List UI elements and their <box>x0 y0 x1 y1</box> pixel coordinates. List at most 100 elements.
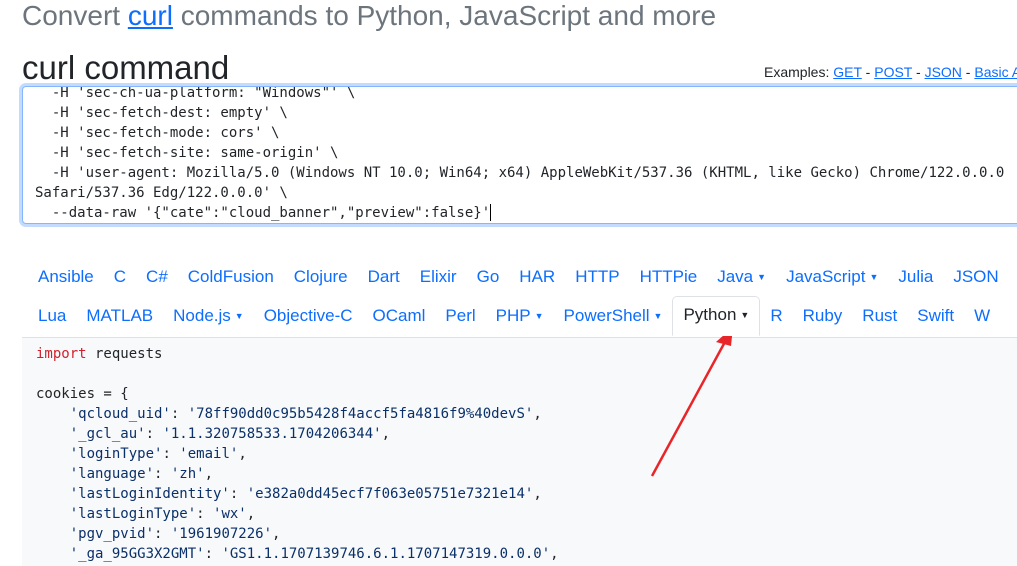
tab-label: ColdFusion <box>187 267 274 286</box>
cookie-value: 'e382a0dd45ecf7f063e05751e7321e14' <box>246 486 534 502</box>
tab-label: C <box>113 267 127 286</box>
examples-separator: - <box>961 64 975 80</box>
cookie-value: '1.1.320758533.1704206344' <box>162 426 382 442</box>
tab-label: PHP <box>495 306 531 325</box>
tab-r[interactable]: R <box>760 297 792 335</box>
example-post-link[interactable]: POST <box>874 64 912 80</box>
generated-code: import requests cookies = { 'qcloud_uid'… <box>36 344 559 564</box>
tab-powershell[interactable]: PowerShell ▼ <box>554 297 673 335</box>
tab-label: HTTPie <box>639 267 698 286</box>
tab-objective-c[interactable]: Objective-C <box>254 297 363 335</box>
tab-swift[interactable]: Swift <box>907 297 964 335</box>
code-text: requests <box>86 346 163 362</box>
cookie-entry: 'pgv_pvid': '1961907226', <box>69 526 281 542</box>
tab-c[interactable]: C# <box>136 258 178 296</box>
tab-c[interactable]: C <box>104 258 136 296</box>
tab-label: Elixir <box>419 267 457 286</box>
code-keyword: import <box>36 346 87 362</box>
example-json-link[interactable]: JSON <box>925 64 962 80</box>
curl-line: -H 'sec-ch-ua-platform: "Windows"' \ <box>35 86 356 101</box>
tab-label: PowerShell <box>563 306 650 325</box>
cookie-value: 'wx' <box>213 506 247 522</box>
cookie-key: '_gcl_au' <box>69 426 146 442</box>
curl-line: Safari/537.36 Edg/122.0.0.0' \ <box>35 185 288 201</box>
tab-label: Clojure <box>293 267 348 286</box>
cookie-entry: 'lastLoginType': 'wx', <box>69 506 256 522</box>
tab-label: Go <box>476 267 500 286</box>
dropdown-caret-icon: ▼ <box>653 311 663 321</box>
page-headline: Convert curl commands to Python, JavaScr… <box>22 0 716 38</box>
cookie-key: 'qcloud_uid' <box>69 406 171 422</box>
curl-link[interactable]: curl <box>128 0 173 31</box>
tab-go[interactable]: Go <box>467 258 510 296</box>
tab-label: C# <box>146 267 168 286</box>
tab-ruby[interactable]: Ruby <box>793 297 853 335</box>
cookie-entry: '_ga_95GG3X2GMT': 'GS1.1.1707139746.6.1.… <box>69 546 559 562</box>
tab-label: Java <box>717 267 754 286</box>
examples-separator: - <box>861 64 875 80</box>
tab-label: Ansible <box>38 267 94 286</box>
curl-line: -H 'sec-fetch-site: same-origin' \ <box>35 145 339 161</box>
tab-label: Julia <box>898 267 934 286</box>
tab-label: Rust <box>862 306 898 325</box>
tab-clojure[interactable]: Clojure <box>284 258 358 296</box>
tab-w[interactable]: W <box>964 297 1000 335</box>
tab-label: HTTP <box>575 267 620 286</box>
tab-rust[interactable]: Rust <box>852 297 907 335</box>
tab-java[interactable]: Java ▼ <box>707 258 776 296</box>
tab-php[interactable]: PHP ▼ <box>486 297 554 335</box>
cookie-value: 'zh' <box>170 466 205 482</box>
cookie-key: '_ga_95GG3X2GMT' <box>69 546 205 562</box>
cookie-value: 'email' <box>179 446 239 462</box>
tab-javascript[interactable]: JavaScript ▼ <box>776 258 888 296</box>
cookie-key: 'language' <box>69 466 155 482</box>
cookie-value: 'GS1.1.1707139746.6.1.1707147319.0.0.0' <box>221 546 551 562</box>
cookie-entry: 'language': 'zh', <box>69 466 214 482</box>
headline-prefix: Convert <box>22 0 128 31</box>
tab-lua[interactable]: Lua <box>28 297 76 335</box>
cookie-key: 'lastLoginType' <box>69 506 197 522</box>
tab-label: MATLAB <box>86 306 154 325</box>
generated-code-panel: import requests cookies = { 'qcloud_uid'… <box>22 337 1017 566</box>
example-basic-auth-link[interactable]: Basic A <box>974 64 1017 80</box>
cookie-entry: 'loginType': 'email', <box>69 446 247 462</box>
cookie-value: '1961907226' <box>170 526 273 542</box>
tab-julia[interactable]: Julia <box>888 258 943 296</box>
cookie-entry: '_gcl_au': '1.1.320758533.1704206344', <box>69 426 391 442</box>
tab-dart[interactable]: Dart <box>358 258 410 296</box>
headline-suffix: commands to Python, JavaScript and more <box>172 0 717 31</box>
cookie-key: 'lastLoginIdentity' <box>69 486 230 502</box>
text-cursor <box>490 204 492 221</box>
section-title: curl command <box>22 49 230 86</box>
tab-http[interactable]: HTTP <box>565 258 629 296</box>
tab-python[interactable]: Python ▼ <box>672 296 761 336</box>
curl-command-input[interactable]: -H 'sec-ch-ua-platform: "Windows"' \ -H … <box>22 86 1017 224</box>
curl-line: -H 'sec-fetch-dest: empty' \ <box>35 105 288 121</box>
tab-label: OCaml <box>372 306 426 325</box>
language-tabs-row-1: Ansible C C# ColdFusion Clojure Dart Elixir Go H… <box>28 258 1009 296</box>
dropdown-caret-icon: ▼ <box>740 310 750 320</box>
tab-httpie[interactable]: HTTPie <box>630 258 708 296</box>
cookie-entries: 'qcloud_uid': '78ff90dd0c95b5428f4accf5f… <box>36 406 559 562</box>
curl-line: --data-raw '{"cate":"cloud_banner","prev… <box>35 205 491 221</box>
tab-perl[interactable]: Perl <box>435 297 485 335</box>
tab-label: Objective-C <box>263 306 353 325</box>
tab-ansible[interactable]: Ansible <box>28 258 104 296</box>
tab-har[interactable]: HAR <box>509 258 565 296</box>
tab-coldfusion[interactable]: ColdFusion <box>178 258 284 296</box>
example-get-link[interactable]: GET <box>833 64 862 80</box>
tab-label: R <box>770 306 783 325</box>
cookie-entry: 'lastLoginIdentity': 'e382a0dd45ecf7f063… <box>69 486 542 502</box>
dropdown-caret-icon: ▼ <box>757 272 767 282</box>
curl-line: -H 'user-agent: Mozilla/5.0 (Windows NT … <box>35 165 1005 181</box>
tab-json[interactable]: JSON <box>943 258 1008 296</box>
tab-ocaml[interactable]: OCaml <box>363 297 436 335</box>
tab-matlab[interactable]: MATLAB <box>76 297 163 335</box>
cookie-key: 'pgv_pvid' <box>69 526 155 542</box>
curl-command-text[interactable]: -H 'sec-ch-ua-platform: "Windows"' \ -H … <box>35 86 1005 223</box>
tab-label: Perl <box>445 306 476 325</box>
tab-label: Ruby <box>802 306 843 325</box>
tab-elixir[interactable]: Elixir <box>410 258 467 296</box>
tab-node-js[interactable]: Node.js ▼ <box>163 297 254 335</box>
tab-label: Swift <box>917 306 955 325</box>
